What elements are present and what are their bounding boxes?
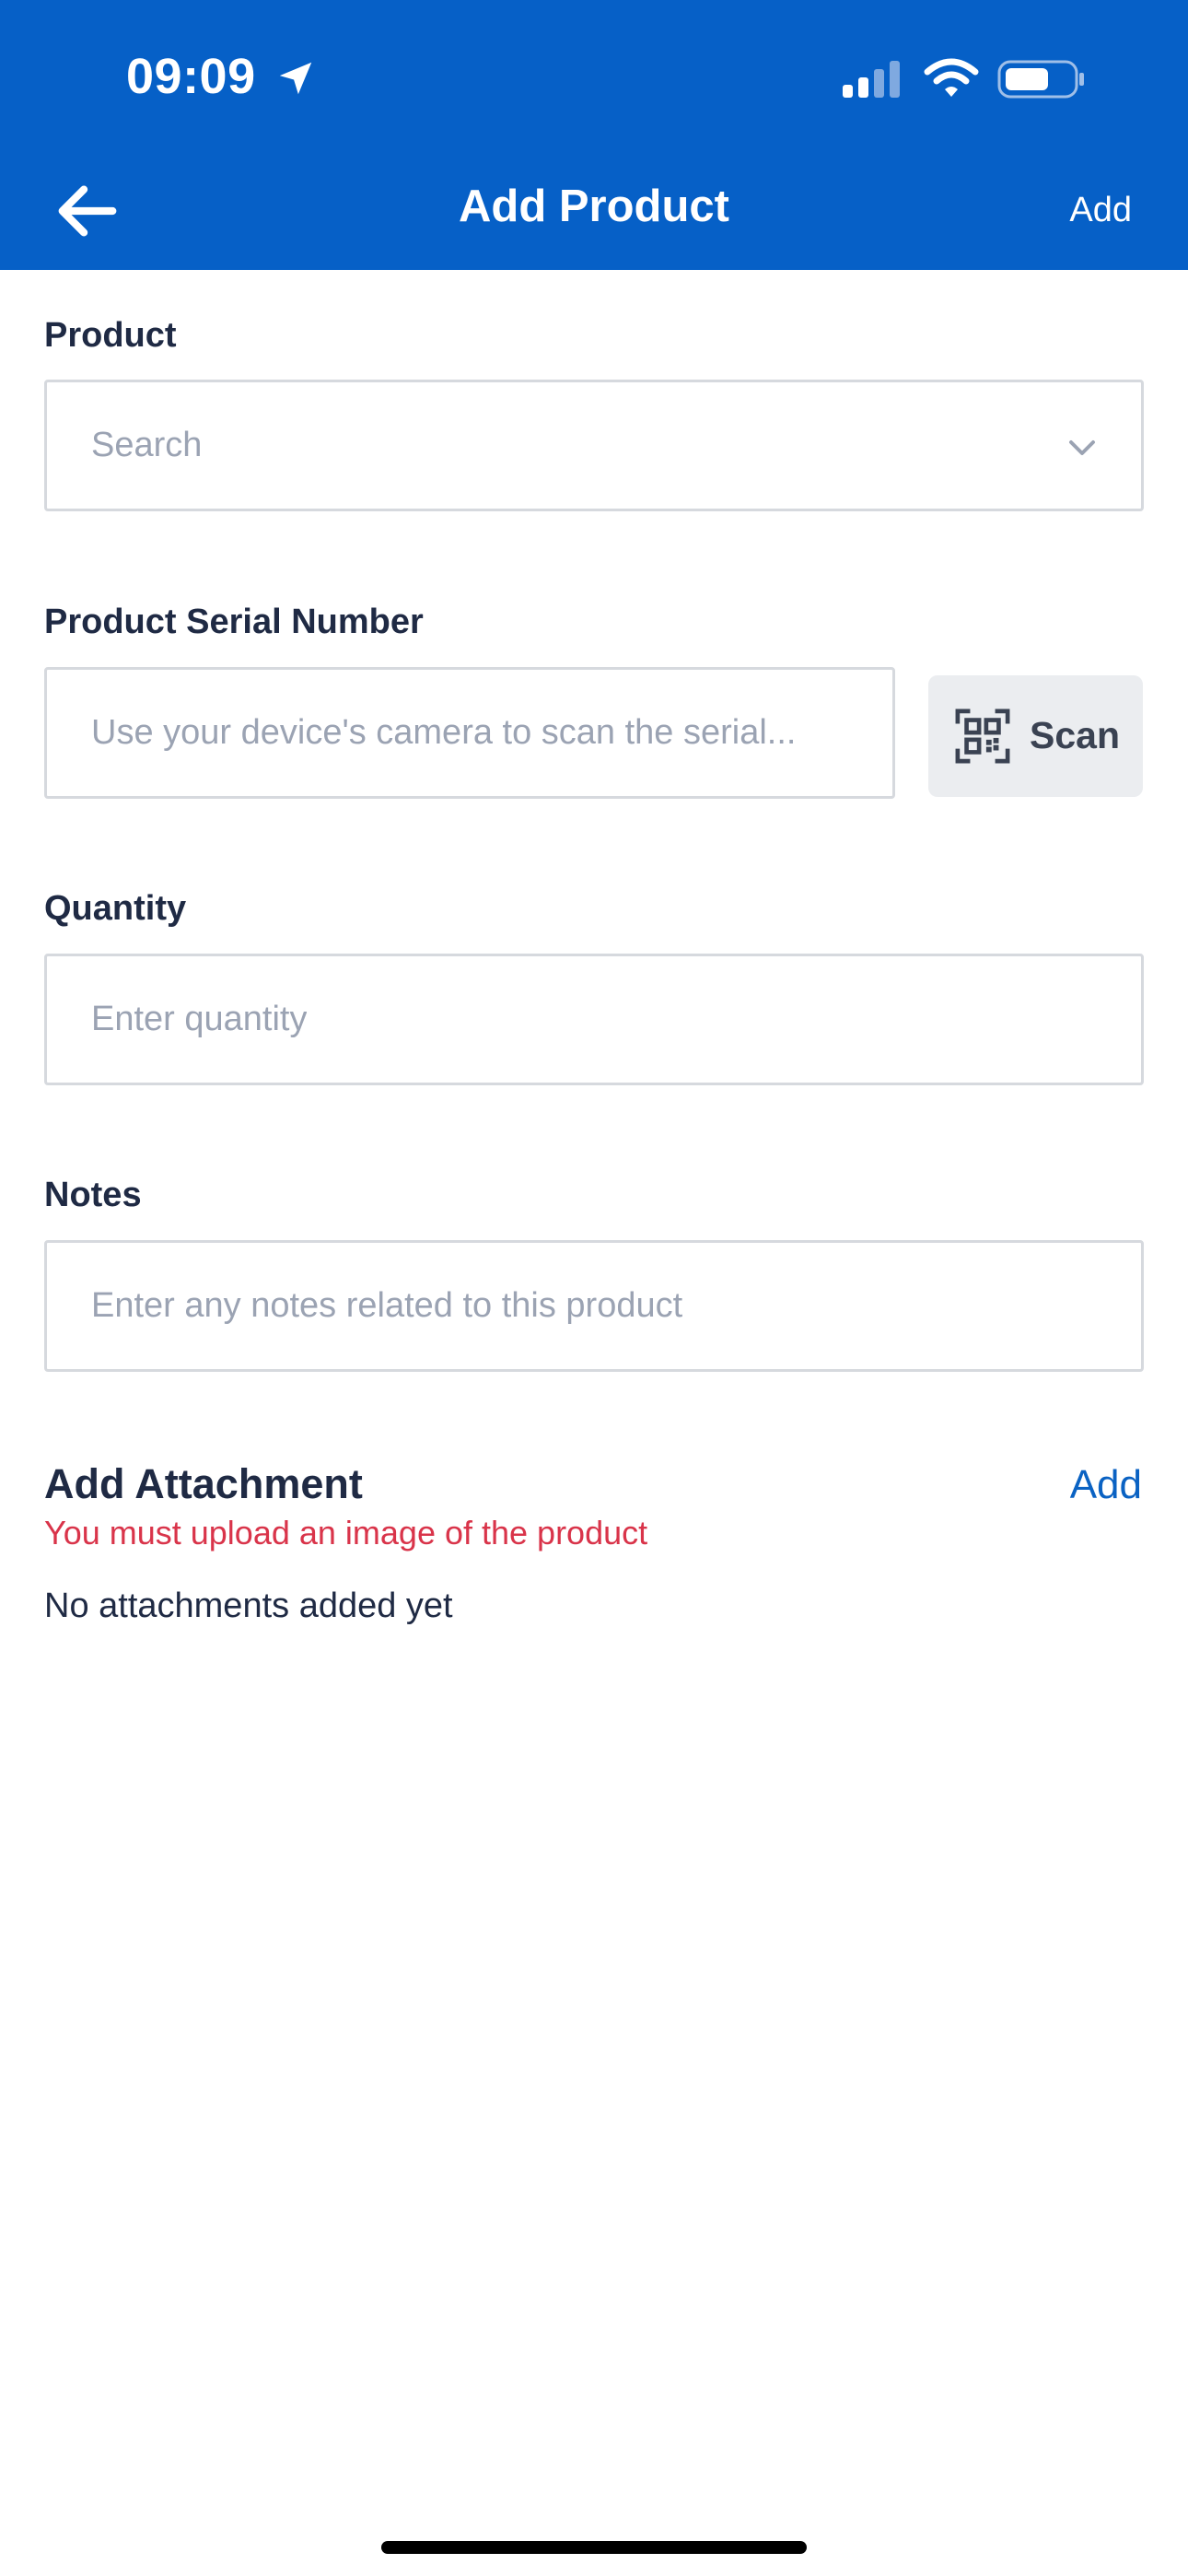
page-title: Add Product [459,181,729,231]
notes-input[interactable]: Enter any notes related to this product [44,1240,1144,1372]
attachment-section-title: Add Attachment [44,1460,363,1507]
qr-code-icon [955,708,1010,764]
add-attachment-button[interactable]: Add [1070,1462,1142,1508]
product-search-dropdown[interactable]: Search [44,380,1144,511]
wifi-icon [924,58,979,97]
scan-button-label: Scan [1030,714,1120,756]
quantity-input[interactable]: Enter quantity [44,954,1144,1085]
product-label: Product [44,316,177,355]
battery-icon [997,60,1084,99]
notes-placeholder: Enter any notes related to this product [91,1286,683,1325]
home-indicator[interactable] [381,2541,807,2554]
notes-label: Notes [44,1176,142,1214]
location-arrow-icon [279,62,312,95]
status-time: 09:09 [126,49,256,104]
quantity-label: Quantity [44,889,187,928]
product-search-placeholder: Search [91,426,203,464]
chevron-down-icon [1069,440,1095,455]
serial-number-label: Product Serial Number [44,603,424,641]
header-add-button[interactable]: Add [1069,191,1132,230]
app-header: 09:09 Add Product Add [0,0,1188,270]
serial-number-input[interactable]: Use your device's camera to scan the ser… [44,667,895,799]
scan-button[interactable]: Scan [928,675,1143,797]
quantity-placeholder: Enter quantity [91,1000,308,1038]
attachment-error-message: You must upload an image of the product [44,1514,648,1551]
attachments-empty-state: No attachments added yet [44,1587,453,1625]
serial-number-placeholder: Use your device's camera to scan the ser… [91,713,797,752]
cellular-signal-icon [843,61,900,98]
